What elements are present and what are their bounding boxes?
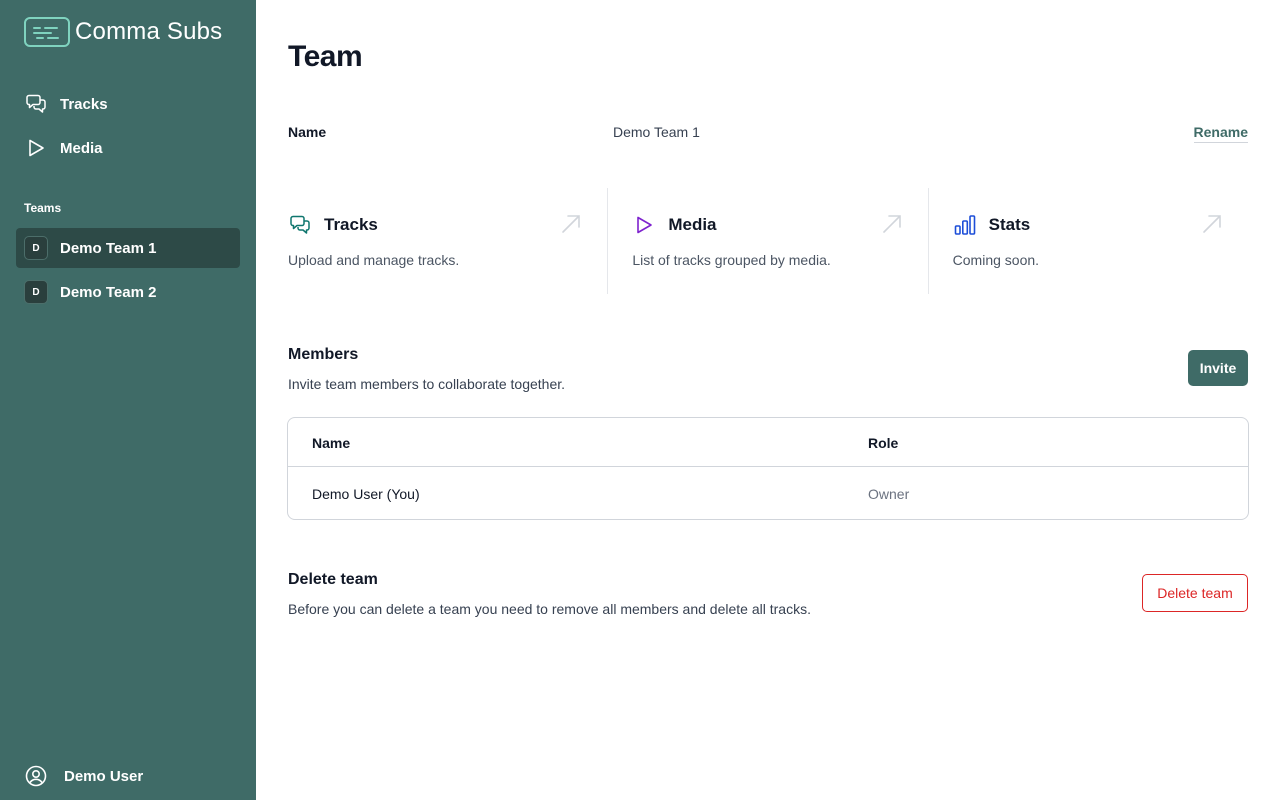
card-media[interactable]: Media List of tracks grouped by media. [607,188,927,294]
column-header-name: Name [312,435,351,451]
subtitles-logo-icon [24,17,70,47]
table-row: Demo User (You) Owner [288,468,1248,519]
table-header: Name Role [288,418,1248,467]
chat-bubbles-icon [288,213,312,237]
card-description: Coming soon. [952,252,1040,268]
arrow-up-right-icon [1202,214,1222,234]
sidebar-item-label: Tracks [60,95,108,113]
page-title: Team [288,40,363,73]
card-title: Stats [988,215,1031,234]
team-label: Demo Team 2 [60,283,157,301]
delete-team-title: Delete team [288,571,378,588]
card-description: Upload and manage tracks. [288,252,460,268]
member-name: Demo User (You) [312,486,420,502]
arrow-up-right-icon [561,214,581,234]
sidebar-team-demo-team-1[interactable]: D Demo Team 1 [16,228,240,268]
team-name-label: Name [288,124,327,140]
teams-heading: Teams [24,201,62,215]
sidebar-item-label: Media [60,139,103,157]
user-circle-icon [24,764,48,788]
user-menu[interactable]: Demo User [16,756,240,796]
chat-bubbles-icon [24,92,48,116]
card-tracks[interactable]: Tracks Upload and manage tracks. [288,188,607,294]
card-title: Media [668,215,717,234]
sidebar: Comma Subs Tracks Media Teams D Demo Tea… [0,0,256,800]
invite-button[interactable]: Invite [1188,350,1248,386]
delete-team-description: Before you can delete a team you need to… [288,601,811,617]
delete-team-button[interactable]: Delete team [1142,574,1248,612]
card-stats[interactable]: Stats Coming soon. [927,188,1248,294]
team-name-value: Demo Team 1 [613,124,700,140]
app-name: Comma Subs [75,18,223,45]
card-description: List of tracks grouped by media. [632,252,831,268]
team-name-row: Name Demo Team 1 Rename [288,124,1248,144]
team-avatar: D [24,280,48,304]
members-table: Name Role Demo User (You) Owner [287,417,1249,520]
rename-button[interactable]: Rename [1193,124,1248,143]
app-logo[interactable]: Comma Subs [24,17,222,47]
sidebar-team-demo-team-2[interactable]: D Demo Team 2 [16,272,240,312]
main-content: Team Name Demo Team 1 Rename Tracks Uplo… [256,0,1280,800]
feature-cards: Tracks Upload and manage tracks. Media L… [288,188,1248,294]
members-description: Invite team members to collaborate toget… [288,376,566,392]
bar-chart-icon [953,213,977,237]
team-avatar: D [24,236,48,260]
play-icon [24,136,48,160]
user-name: Demo User [64,767,144,785]
sidebar-item-tracks[interactable]: Tracks [16,84,240,124]
column-header-role: Role [868,435,899,451]
members-title: Members [288,346,359,363]
team-label: Demo Team 1 [60,239,157,257]
play-icon [632,213,656,237]
member-role: Owner [868,486,910,502]
card-title: Tracks [324,215,378,234]
arrow-up-right-icon [882,214,902,234]
sidebar-item-media[interactable]: Media [16,128,240,168]
